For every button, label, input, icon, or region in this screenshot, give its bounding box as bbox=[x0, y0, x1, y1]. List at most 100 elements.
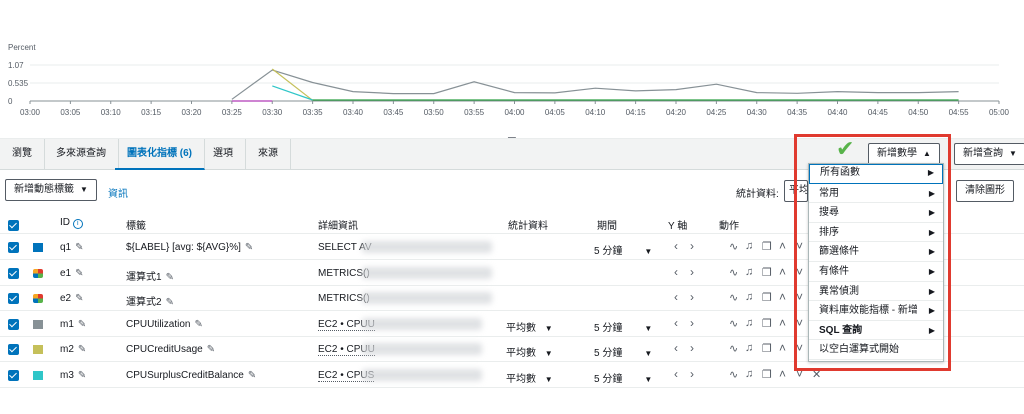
duplicate-icon[interactable]: ❐ bbox=[762, 266, 772, 279]
edit-icon[interactable]: ✎ bbox=[75, 268, 83, 279]
menu-item[interactable]: 搜尋 ▶ bbox=[809, 203, 943, 223]
chevron-right-icon[interactable]: › bbox=[690, 341, 694, 355]
color-swatch[interactable] bbox=[33, 345, 43, 354]
duplicate-icon[interactable]: ❐ bbox=[762, 368, 772, 381]
caret-down-icon: ▼ bbox=[644, 374, 653, 384]
chevron-left-icon[interactable]: ‹ bbox=[674, 265, 678, 279]
color-swatch[interactable] bbox=[33, 370, 43, 380]
chevron-left-icon[interactable]: ‹ bbox=[674, 316, 678, 330]
chevron-left-icon[interactable]: ‹ bbox=[674, 239, 678, 253]
chevron-left-icon[interactable]: ‹ bbox=[674, 341, 678, 355]
clear-graph-button[interactable]: 清除圖形 bbox=[956, 180, 1014, 202]
row-period[interactable]: 5 分鐘 ▼ bbox=[594, 242, 652, 257]
tab-source[interactable]: 來源 bbox=[246, 139, 291, 170]
x-tick-label: 03:45 bbox=[383, 108, 404, 117]
row-checkbox[interactable] bbox=[8, 369, 19, 381]
alarm-bell-icon[interactable]: ♫ bbox=[745, 368, 753, 380]
menu-item[interactable]: 常用 ▶ bbox=[809, 184, 943, 204]
row-period-text: 5 分鐘 bbox=[594, 373, 623, 385]
x-tick-label: 05:00 bbox=[989, 108, 1010, 117]
edit-icon[interactable]: ✎ bbox=[207, 344, 215, 355]
edit-icon[interactable]: ✎ bbox=[78, 319, 86, 330]
move-up-icon[interactable]: ˄ bbox=[779, 316, 786, 330]
anomaly-icon[interactable]: ∿ bbox=[729, 291, 738, 304]
duplicate-icon[interactable]: ❐ bbox=[762, 240, 772, 253]
chevron-right-icon[interactable]: › bbox=[690, 290, 694, 304]
edit-icon[interactable]: ✎ bbox=[75, 293, 83, 304]
move-up-icon[interactable]: ˄ bbox=[779, 239, 786, 253]
add-dynamic-label-button[interactable]: 新增動態標籤 ▼ bbox=[5, 179, 97, 201]
row-period[interactable]: 5 分鐘 ▼ bbox=[594, 344, 652, 359]
submenu-arrow-icon: ▶ bbox=[928, 247, 935, 257]
tab-browse[interactable]: 瀏覽 bbox=[0, 139, 45, 170]
info-icon[interactable]: i bbox=[72, 219, 83, 229]
row-statistic[interactable]: 平均數 ▼ bbox=[506, 319, 553, 334]
menu-item[interactable]: 以空白運算式開始 bbox=[809, 340, 943, 360]
color-swatch[interactable] bbox=[33, 294, 43, 303]
alarm-bell-icon[interactable]: ♫ bbox=[745, 291, 753, 303]
menu-item[interactable]: 篩選條件 ▶ bbox=[809, 242, 943, 262]
alarm-bell-icon[interactable]: ♫ bbox=[745, 240, 753, 252]
duplicate-icon[interactable]: ❐ bbox=[762, 291, 772, 304]
menu-item[interactable]: 所有函數 ▶ bbox=[809, 164, 943, 184]
menu-item[interactable]: SQL 查詢 ▶ bbox=[809, 321, 943, 341]
chevron-right-icon[interactable]: › bbox=[690, 367, 694, 381]
chevron-right-icon[interactable]: › bbox=[690, 239, 694, 253]
row-checkbox[interactable] bbox=[8, 242, 19, 253]
edit-icon[interactable]: ✎ bbox=[75, 242, 83, 253]
x-tick-label: 03:55 bbox=[464, 108, 485, 117]
color-swatch[interactable] bbox=[33, 319, 43, 329]
edit-icon[interactable]: ✎ bbox=[78, 370, 86, 381]
menu-item[interactable]: 異常偵測 ▶ bbox=[809, 282, 943, 302]
color-swatch[interactable] bbox=[33, 268, 43, 278]
caret-down-icon: ▼ bbox=[80, 185, 88, 194]
edit-icon[interactable]: ✎ bbox=[245, 242, 253, 253]
alarm-bell-icon[interactable]: ♫ bbox=[745, 317, 753, 329]
anomaly-icon[interactable]: ∿ bbox=[729, 240, 738, 253]
anomaly-icon[interactable]: ∿ bbox=[729, 266, 738, 279]
row-period[interactable]: 5 分鐘 ▼ bbox=[594, 370, 652, 385]
redacted-text bbox=[362, 368, 482, 381]
chevron-right-icon[interactable]: › bbox=[690, 316, 694, 330]
edit-icon[interactable]: ✎ bbox=[78, 344, 86, 355]
row-checkbox[interactable] bbox=[8, 344, 19, 355]
select-all-checkbox[interactable] bbox=[8, 220, 19, 231]
tab-multi-source-query[interactable]: 多來源查詢 bbox=[44, 139, 119, 170]
anomaly-icon[interactable]: ∿ bbox=[729, 317, 738, 330]
info-link[interactable]: 資訊 bbox=[108, 185, 128, 200]
menu-item[interactable]: 有條件 ▶ bbox=[809, 262, 943, 282]
edit-icon[interactable]: ✎ bbox=[166, 272, 174, 283]
color-swatch[interactable] bbox=[33, 243, 43, 252]
row-checkbox[interactable] bbox=[8, 293, 19, 304]
alarm-bell-icon[interactable]: ♫ bbox=[745, 342, 753, 354]
menu-item[interactable]: 排序 ▶ bbox=[809, 223, 943, 243]
duplicate-icon[interactable]: ❐ bbox=[762, 317, 772, 330]
menu-item-label: 有條件 bbox=[819, 266, 849, 277]
move-up-icon[interactable]: ˄ bbox=[779, 265, 786, 279]
duplicate-icon[interactable]: ❐ bbox=[762, 342, 772, 355]
move-up-icon[interactable]: ˄ bbox=[779, 290, 786, 304]
x-tick-label: 04:55 bbox=[949, 108, 970, 117]
move-up-icon[interactable]: ˄ bbox=[779, 341, 786, 355]
anomaly-icon[interactable]: ∿ bbox=[729, 342, 738, 355]
row-statistic[interactable]: 平均數 ▼ bbox=[506, 344, 553, 359]
tab-options[interactable]: 選項 bbox=[201, 139, 246, 170]
chevron-right-icon[interactable]: › bbox=[690, 265, 694, 279]
row-checkbox[interactable] bbox=[8, 267, 19, 279]
add-query-button[interactable]: 新增查詢 ▼ bbox=[954, 143, 1024, 165]
edit-icon[interactable]: ✎ bbox=[166, 297, 174, 308]
edit-icon[interactable]: ✎ bbox=[248, 370, 256, 381]
row-period[interactable]: 5 分鐘 ▼ bbox=[594, 319, 652, 334]
alarm-bell-icon[interactable]: ♫ bbox=[745, 266, 753, 278]
x-tick-label: 04:15 bbox=[626, 108, 647, 117]
row-statistic[interactable]: 平均數 ▼ bbox=[506, 370, 553, 385]
edit-icon[interactable]: ✎ bbox=[194, 319, 202, 330]
anomaly-icon[interactable]: ∿ bbox=[729, 368, 738, 381]
move-up-icon[interactable]: ˄ bbox=[779, 367, 786, 381]
tab-graphed-metrics[interactable]: 圖表化指標 (6) bbox=[115, 139, 205, 170]
menu-item[interactable]: 資料庫效能指標 - 新增 ▶ bbox=[809, 301, 943, 321]
row-checkbox[interactable] bbox=[8, 318, 19, 330]
row-label: CPUCreditUsage ✎ bbox=[126, 344, 215, 355]
chevron-left-icon[interactable]: ‹ bbox=[674, 290, 678, 304]
chevron-left-icon[interactable]: ‹ bbox=[674, 367, 678, 381]
